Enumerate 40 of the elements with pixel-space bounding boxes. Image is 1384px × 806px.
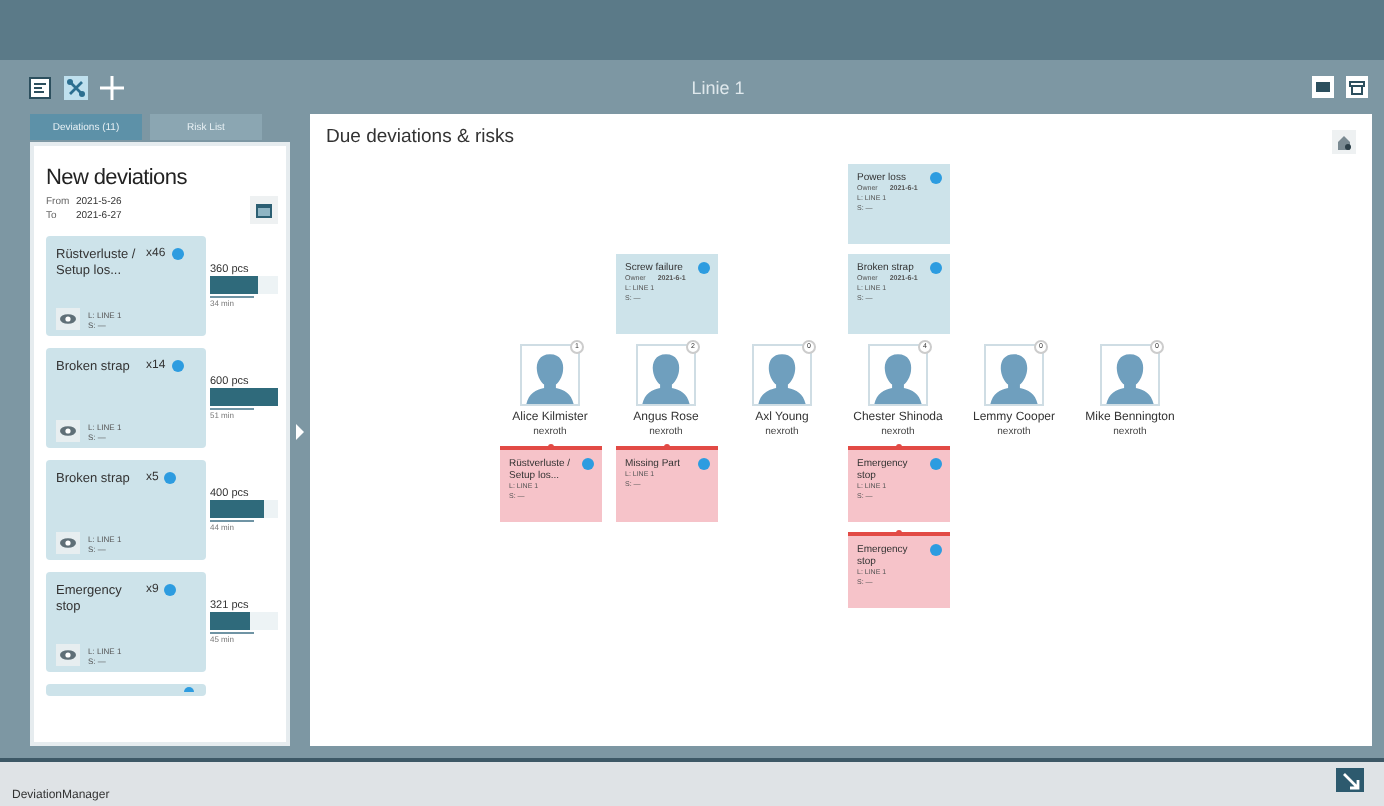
board-title: Due deviations & risks [326,126,514,148]
expand-button[interactable] [1336,768,1364,792]
panel-heading: New deviations [46,166,189,190]
info-icon [164,584,177,596]
panel-icon[interactable] [1312,76,1334,98]
view-button[interactable] [56,644,80,666]
info-icon [171,248,184,260]
home-icon [1336,134,1352,150]
info-icon [184,686,194,692]
eye-icon [60,314,76,324]
eye-icon [60,650,76,660]
eye-icon [60,538,76,548]
view-button[interactable] [56,308,80,330]
info-icon [697,262,709,274]
info-icon [929,458,941,470]
window-title: Linie 1 [689,77,747,97]
info-icon [929,544,941,556]
plus-icon[interactable] [100,75,124,99]
info-icon [581,458,593,470]
person-silhouette-icon [874,352,922,404]
eye-icon [60,426,76,436]
person-silhouette-icon [758,352,806,404]
person-silhouette-icon [1106,352,1154,404]
calendar-button[interactable] [250,196,278,224]
org-chart-icon[interactable] [64,75,88,99]
info-icon [164,472,177,484]
person-silhouette-icon [526,352,574,404]
report-icon[interactable] [28,75,52,99]
calendar-icon [256,202,272,218]
person-silhouette-icon [990,352,1038,404]
arrow-icon [1341,771,1359,789]
home-button[interactable] [1332,130,1356,154]
view-button[interactable] [56,420,80,442]
info-icon [171,360,184,372]
view-button[interactable] [56,532,80,554]
info-icon [929,172,941,184]
person-silhouette-icon [642,352,690,404]
info-icon [697,458,709,470]
archive-icon[interactable] [1346,76,1368,98]
info-icon [929,262,941,274]
